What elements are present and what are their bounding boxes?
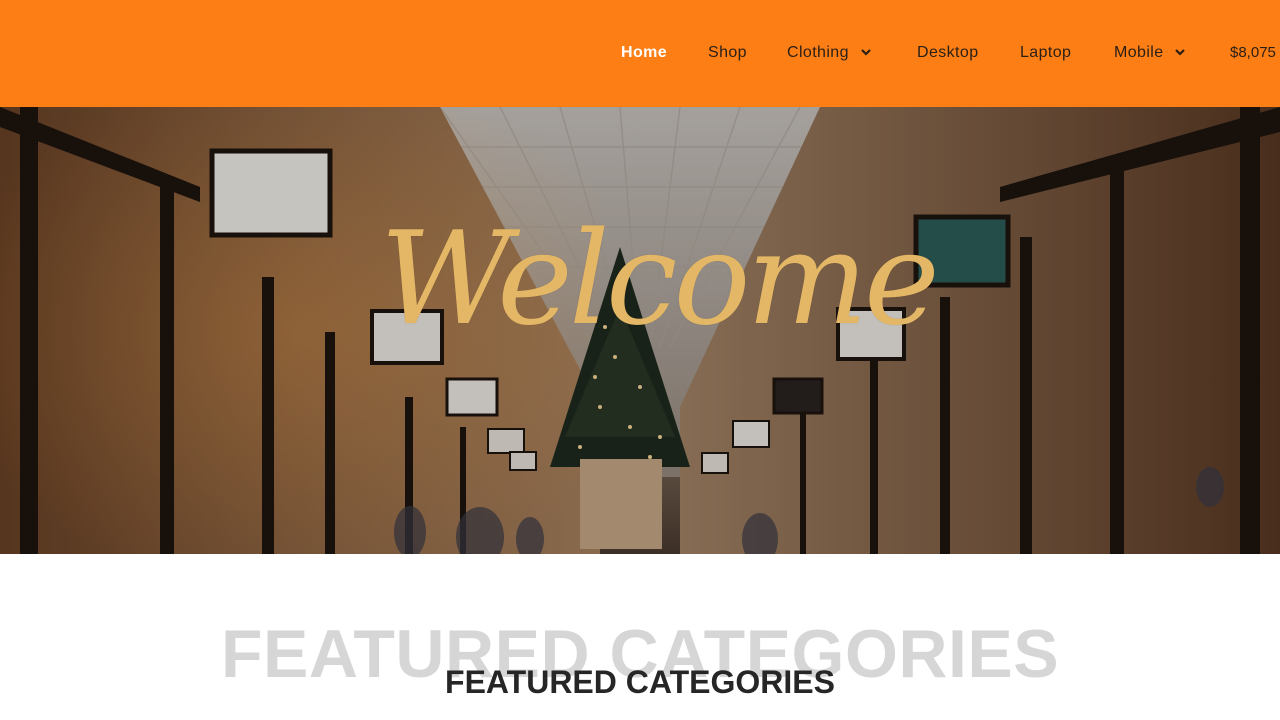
nav-item-mobile[interactable]: Mobile [1114, 41, 1186, 65]
cart-total[interactable]: $8,075 [1230, 41, 1276, 65]
nav-item-home[interactable]: Home [621, 41, 667, 65]
chevron-down-icon [1175, 49, 1186, 56]
welcome-heading: Welcome [380, 205, 940, 354]
nav-item-laptop[interactable]: Laptop [1020, 41, 1071, 65]
chevron-down-icon [860, 49, 871, 56]
site-header: Home Shop Clothing Desktop Laptop Mobile… [0, 0, 1280, 107]
nav-item-desktop[interactable]: Desktop [917, 41, 979, 65]
hero-banner: Welcome [0, 107, 1280, 554]
nav-item-shop[interactable]: Shop [708, 41, 747, 65]
nav-item-clothing-label: Clothing [787, 44, 849, 61]
nav-item-clothing[interactable]: Clothing [787, 41, 872, 65]
nav-item-mobile-label: Mobile [1114, 44, 1164, 61]
main-navigation: Home Shop Clothing Desktop Laptop Mobile… [0, 0, 1280, 107]
featured-categories-section: FEATURED CATEGORIES FEATURED CATEGORIES [0, 554, 1280, 720]
featured-categories-title: FEATURED CATEGORIES [445, 664, 835, 700]
